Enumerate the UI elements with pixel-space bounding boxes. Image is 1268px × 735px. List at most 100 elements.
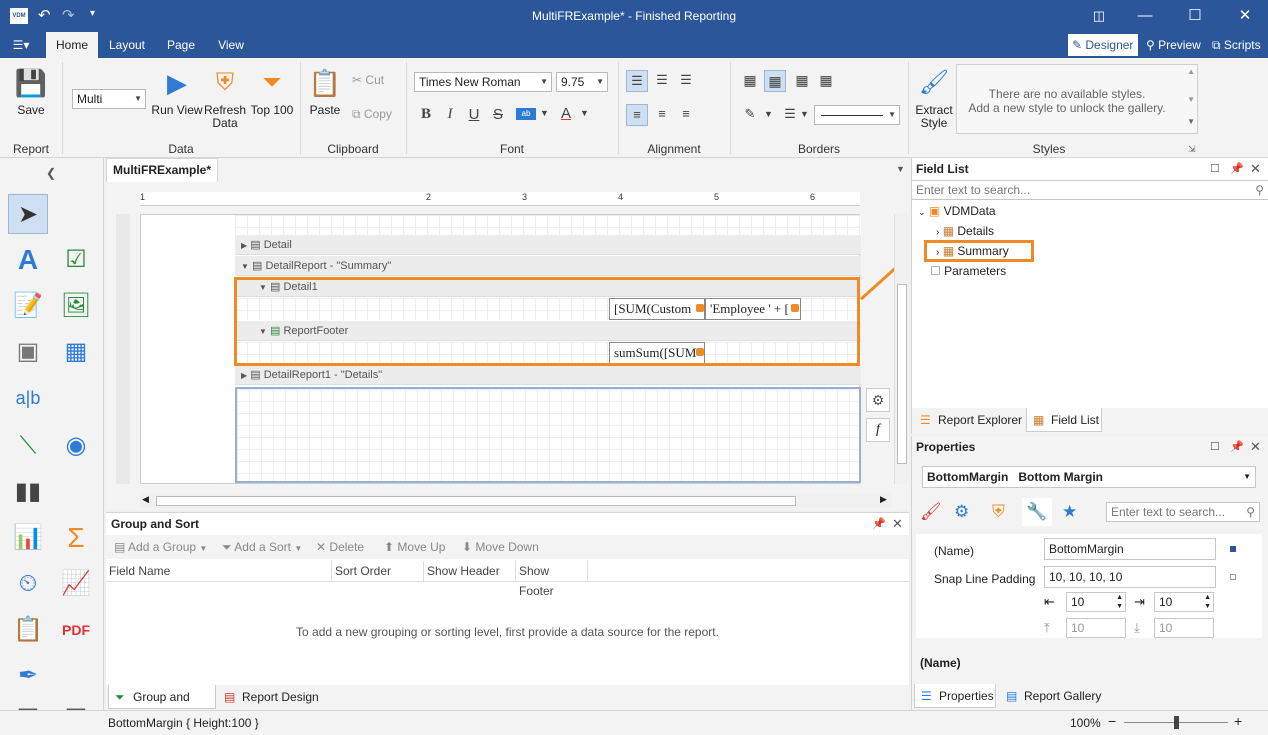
font-color-icon[interactable]: A	[558, 105, 574, 122]
close-icon[interactable]: ✕	[1250, 161, 1261, 177]
gallery-scroll-down-icon[interactable]: ▼	[1187, 95, 1195, 104]
bottom-margin-area[interactable]	[235, 387, 861, 483]
minimize-button[interactable]: —	[1122, 0, 1168, 32]
gauge-tool-icon[interactable]: ⏲	[8, 564, 48, 604]
chevron-down-icon[interactable]: ▼	[764, 109, 773, 119]
pointer-tool-icon[interactable]: ➤	[8, 194, 48, 234]
paste-button[interactable]: 📋 Paste	[304, 68, 346, 117]
scroll-left-icon[interactable]: ◀	[142, 494, 149, 505]
datasource-combo[interactable]: Multi ▼	[72, 89, 146, 109]
top100-button[interactable]: ⏷ Top 100	[250, 68, 294, 117]
align-bottom-icon[interactable]: ☰	[676, 72, 696, 88]
run-view-button[interactable]: ▶ Run View	[150, 68, 204, 117]
align-top-icon[interactable]: ☰	[626, 70, 648, 92]
tab-page[interactable]: Page	[160, 32, 202, 58]
tab-view[interactable]: View	[210, 32, 252, 58]
refresh-data-button[interactable]: ⛨ Refresh Data	[204, 68, 246, 130]
signature-tool-icon[interactable]: ✒	[8, 656, 48, 696]
border-none-icon[interactable]: ▦	[740, 72, 760, 89]
tab-field-list[interactable]: ▦ Field List	[1026, 408, 1102, 432]
data-category-icon[interactable]: ⛨	[992, 502, 1005, 522]
padding-top-spin[interactable]: 10	[1066, 618, 1126, 638]
extract-style-button[interactable]: 🖌 Extract Style	[912, 68, 956, 130]
barcode-tool-icon[interactable]: ▮▮	[8, 472, 48, 512]
border-color-icon[interactable]: ✎	[740, 106, 760, 122]
column-header[interactable]: Show Header	[424, 561, 516, 581]
border-inner-icon[interactable]: ▦	[816, 72, 836, 89]
document-dropdown-icon[interactable]: ▼	[896, 164, 905, 174]
border-width-icon[interactable]: ☰	[782, 106, 798, 122]
maximize-icon[interactable]: ☐	[1210, 440, 1220, 453]
object-selector[interactable]: BottomMargin Bottom Margin ▼	[922, 466, 1256, 488]
layout-category-icon[interactable]: 🔧	[1022, 498, 1052, 526]
tree-item-details[interactable]: › ▦ Details	[936, 222, 994, 240]
table-tool-icon[interactable]: ▦	[56, 332, 96, 372]
styles-dialog-launcher-icon[interactable]: ⇲	[1188, 144, 1196, 155]
richtext-tool-icon[interactable]: 📝	[8, 286, 48, 326]
padding-right-spin[interactable]: 10 ▲ ▼	[1154, 592, 1214, 612]
border-outer-icon[interactable]: ▦	[792, 72, 812, 89]
tab-group-and-sort[interactable]: ⏷Group and Sort	[108, 685, 216, 728]
underline-button[interactable]: U	[466, 106, 482, 123]
tree-item-parameters[interactable]: ☐ Parameters	[930, 262, 1006, 280]
band-detail[interactable]: ▶ ▤ Detail	[235, 235, 861, 255]
scroll-thumb[interactable]	[897, 284, 907, 464]
panel-tool-icon[interactable]: ▣	[8, 332, 48, 372]
gallery-scroll-up-icon[interactable]: ▲	[1187, 67, 1195, 76]
move-up-button[interactable]: ⬆ Move Up	[384, 540, 445, 554]
pin-icon[interactable]: 📌	[872, 517, 886, 530]
field-list-search[interactable]: Enter text to search... ⚲	[912, 180, 1268, 200]
file-menu-icon[interactable]: ☰▾	[6, 32, 36, 58]
background-color-icon[interactable]: ab	[516, 108, 536, 120]
move-down-button[interactable]: ⬇ Move Down	[462, 540, 539, 554]
maximize-button[interactable]: ☐	[1172, 0, 1218, 32]
name-property-input[interactable]: BottomMargin	[1044, 538, 1216, 560]
tab-layout[interactable]: Layout	[102, 32, 152, 58]
delete-button[interactable]: ✕ Delete	[316, 540, 364, 554]
pdf-content-tool-icon[interactable]: PDF	[56, 610, 96, 650]
band-detail-report1[interactable]: ▶ ▤ DetailReport1 - "Details"	[235, 365, 861, 385]
cut-button[interactable]: ✂ Cut	[352, 74, 402, 87]
tab-report-gallery[interactable]: ▤ Report Gallery	[1000, 684, 1104, 708]
character-comb-tool-icon[interactable]: a|b	[8, 378, 48, 418]
checkbox-tool-icon[interactable]: ☑	[56, 240, 96, 280]
collapse-toolbox-icon[interactable]: ❮	[46, 166, 56, 180]
font-family-combo[interactable]: Times New Roman ▼	[414, 72, 552, 92]
line-tool-icon[interactable]: ⟍	[8, 426, 48, 466]
add-sort-button[interactable]: ⏷ Add a Sort ▼	[222, 540, 302, 555]
designer-button[interactable]: ✎ Designer	[1068, 34, 1138, 56]
pin-icon[interactable]: 📌	[1230, 162, 1244, 175]
shape-tool-icon[interactable]: ◉	[56, 426, 96, 466]
pin-icon[interactable]: 📌	[1230, 440, 1244, 453]
padding-bottom-spin[interactable]: 10	[1154, 618, 1214, 638]
font-size-combo[interactable]: 9.75 ▼	[556, 72, 608, 92]
label-tool-icon[interactable]: A	[8, 240, 48, 280]
chevron-down-icon[interactable]: ▼	[540, 108, 549, 118]
italic-button[interactable]: I	[442, 106, 458, 123]
border-all-icon[interactable]: ▦	[764, 70, 786, 92]
gear-icon[interactable]: ⚙	[866, 388, 890, 412]
gallery-expand-icon[interactable]: ▼	[1187, 117, 1195, 126]
ribbon-display-icon[interactable]: ◫	[1076, 0, 1122, 32]
tab-home[interactable]: Home	[46, 32, 98, 58]
tab-report-design-analyzer[interactable]: ▤Report Design Analyzer	[218, 685, 366, 728]
scroll-right-icon[interactable]: ▶	[880, 494, 887, 505]
snap-line-padding-input[interactable]: 10, 10, 10, 10	[1044, 566, 1216, 588]
preview-button[interactable]: ⚲ Preview	[1142, 34, 1206, 56]
favorites-category-icon[interactable]: ★	[1062, 502, 1077, 522]
band-detail-report-summary[interactable]: ▼ ▤ DetailReport - "Summary"	[235, 256, 861, 276]
zoom-in-icon[interactable]: +	[1234, 713, 1242, 729]
properties-search[interactable]: Enter text to search... ⚲	[1106, 502, 1260, 522]
vertical-scrollbar[interactable]	[894, 214, 908, 484]
close-icon[interactable]: ✕	[1250, 439, 1261, 455]
save-button[interactable]: 💾 Save	[8, 68, 54, 117]
function-icon[interactable]: f	[866, 418, 890, 442]
close-icon[interactable]: ✕	[892, 516, 903, 532]
zoom-out-icon[interactable]: −	[1108, 713, 1116, 729]
sparkline-tool-icon[interactable]: 📈	[56, 564, 96, 604]
column-header[interactable]: Show Footer	[516, 561, 588, 598]
document-tab[interactable]: MultiFRExample*	[106, 158, 219, 182]
chevron-down-icon[interactable]: ▼	[800, 109, 809, 119]
style-gallery[interactable]: There are no available styles. Add a new…	[956, 64, 1198, 134]
bold-button[interactable]: B	[418, 106, 434, 123]
